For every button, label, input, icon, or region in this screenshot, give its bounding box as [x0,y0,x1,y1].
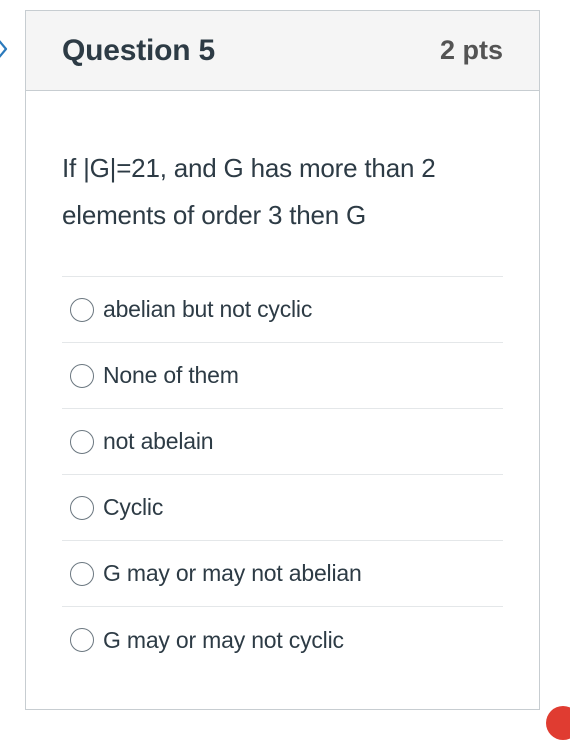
question-points: 2 pts [439,35,503,65]
question-text-line-2: elements of order 3 then G [62,200,367,230]
answer-option[interactable]: None of them [62,343,503,409]
answer-label[interactable]: not abelain [103,428,214,455]
chevron-right-icon[interactable] [0,34,8,64]
answer-label[interactable]: None of them [103,362,239,389]
answer-option[interactable]: not abelain [62,409,503,475]
answer-option[interactable]: G may or may not cyclic [62,607,503,673]
question-text-line-1: If |G|=21, and G has more than 2 [62,153,436,183]
answer-option[interactable]: G may or may not abelian [62,541,503,607]
radio-button[interactable] [70,561,94,586]
radio-button[interactable] [70,363,94,388]
answer-option[interactable]: abelian but not cyclic [62,277,503,343]
radio-button[interactable] [70,628,94,652]
question-card: Question 5 2 pts If |G|=21, and G has mo… [25,10,540,710]
question-header: Question 5 2 pts [26,11,539,91]
radio-button[interactable] [70,495,94,520]
corner-accent [546,706,570,740]
radio-button[interactable] [70,429,94,454]
radio-button[interactable] [70,297,94,322]
question-body: If |G|=21, and G has more than 2 element… [26,91,539,673]
answer-list: abelian but not cyclic None of them not … [62,276,503,673]
answer-option[interactable]: Cyclic [62,475,503,541]
answer-label[interactable]: abelian but not cyclic [103,296,312,323]
answer-label[interactable]: Cyclic [103,494,163,521]
question-title: Question 5 [62,33,216,67]
answer-label[interactable]: G may or may not cyclic [103,627,344,654]
question-text: If |G|=21, and G has more than 2 element… [62,145,503,239]
answer-label[interactable]: G may or may not abelian [103,560,362,587]
